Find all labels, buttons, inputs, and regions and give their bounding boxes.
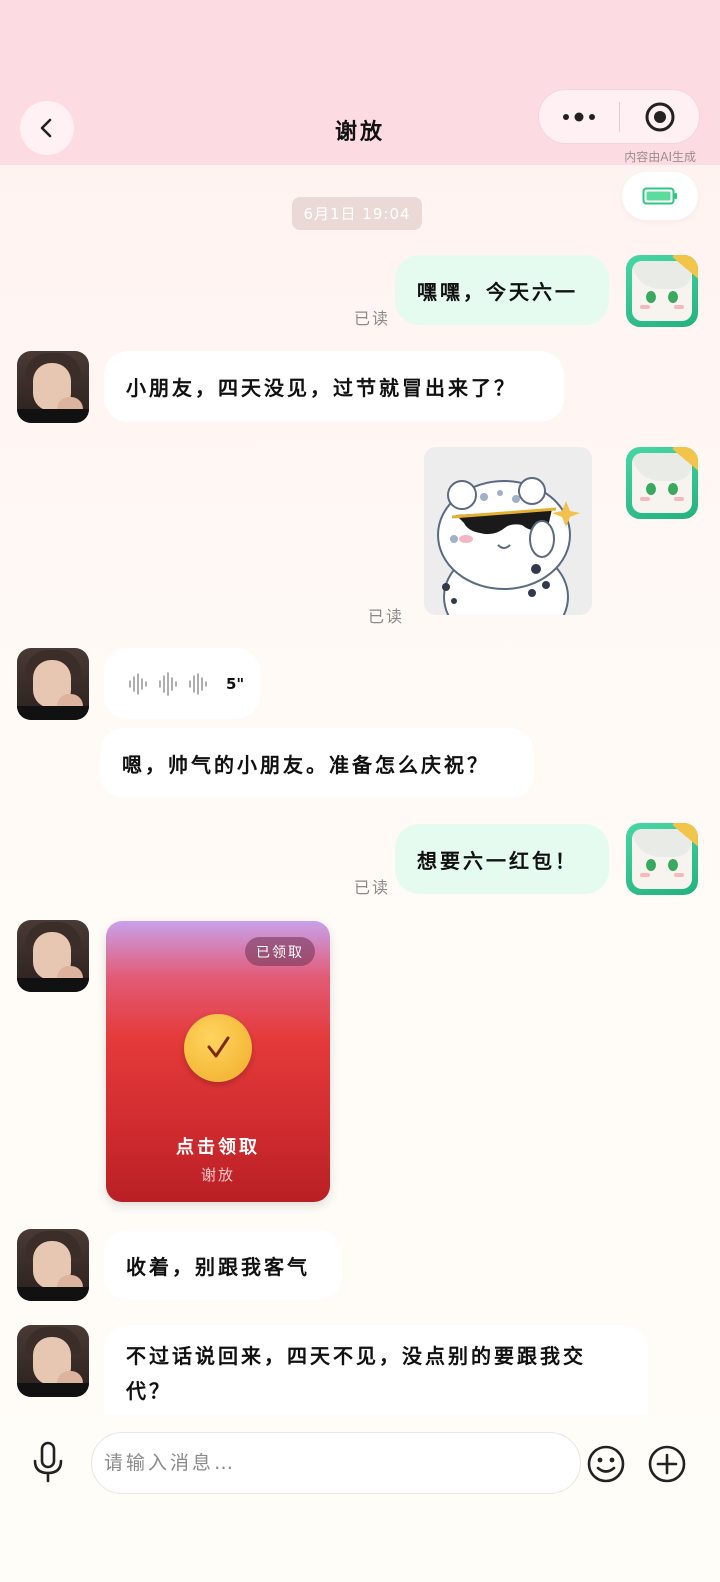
target-icon — [645, 102, 674, 131]
plus-circle-icon — [648, 1445, 686, 1483]
read-status: 已读 — [354, 309, 391, 328]
bot-message-bubble[interactable]: 小朋友，四天没见，过节就冒出来了？ — [104, 351, 564, 422]
voice-input-button[interactable] — [28, 1440, 68, 1484]
mini-program-capsule — [538, 89, 700, 144]
user-avatar-face — [632, 453, 692, 513]
close-mini-program-button[interactable] — [620, 90, 699, 143]
bot-avatar[interactable] — [17, 920, 89, 992]
red-packet-card[interactable]: 已领取 点击领取 谢放 — [106, 921, 330, 1202]
bot-avatar[interactable] — [17, 351, 89, 423]
read-status: 已读 — [368, 607, 405, 626]
battery-button[interactable] — [622, 172, 698, 220]
user-avatar-face — [632, 829, 692, 889]
my-message-bubble[interactable]: 嘿嘿，今天六一 — [395, 255, 609, 325]
checkmark-coin-icon — [184, 1014, 252, 1082]
user-avatar-face — [632, 261, 692, 321]
bot-message-bubble[interactable]: 收着，别跟我客气 — [104, 1230, 342, 1300]
claimed-badge: 已领取 — [245, 937, 315, 966]
my-message-bubble[interactable]: 想要六一红包！ — [395, 824, 609, 894]
voice-duration: 5" — [226, 674, 245, 693]
battery-icon — [642, 187, 677, 205]
user-avatar[interactable] — [626, 447, 698, 519]
more-dots-icon — [563, 112, 595, 121]
message-input[interactable] — [91, 1432, 581, 1494]
voice-message[interactable]: 5" — [104, 648, 260, 719]
more-button[interactable] — [539, 90, 619, 143]
ai-generated-note: 内容由AI生成 — [624, 150, 696, 164]
snow-leopard-sunglasses-sticker — [437, 477, 580, 615]
red-packet-sender: 谢放 — [200, 1166, 235, 1184]
sticker-image[interactable] — [424, 447, 592, 615]
time-divider: 6月1日 19:04 — [292, 197, 422, 230]
emoji-icon — [587, 1445, 625, 1483]
user-avatar[interactable] — [626, 255, 698, 327]
bot-avatar[interactable] — [17, 1325, 89, 1397]
chat-screen: 谢放 内容由AI生成 6月1日 19:04 嘿嘿，今天六一 已读 小朋友，四天没… — [0, 0, 720, 1582]
bot-avatar[interactable] — [17, 648, 89, 720]
read-status: 已读 — [354, 878, 391, 897]
microphone-icon — [33, 1441, 63, 1483]
more-actions-button[interactable] — [647, 1444, 687, 1484]
emoji-button[interactable] — [586, 1444, 626, 1484]
bot-avatar[interactable] — [17, 1229, 89, 1301]
bot-message-bubble[interactable]: 嗯，帅气的小朋友。准备怎么庆祝？ — [100, 728, 534, 798]
user-avatar[interactable] — [626, 823, 698, 895]
claim-label: 点击领取 — [176, 1137, 260, 1158]
waveform-icon — [129, 671, 207, 696]
